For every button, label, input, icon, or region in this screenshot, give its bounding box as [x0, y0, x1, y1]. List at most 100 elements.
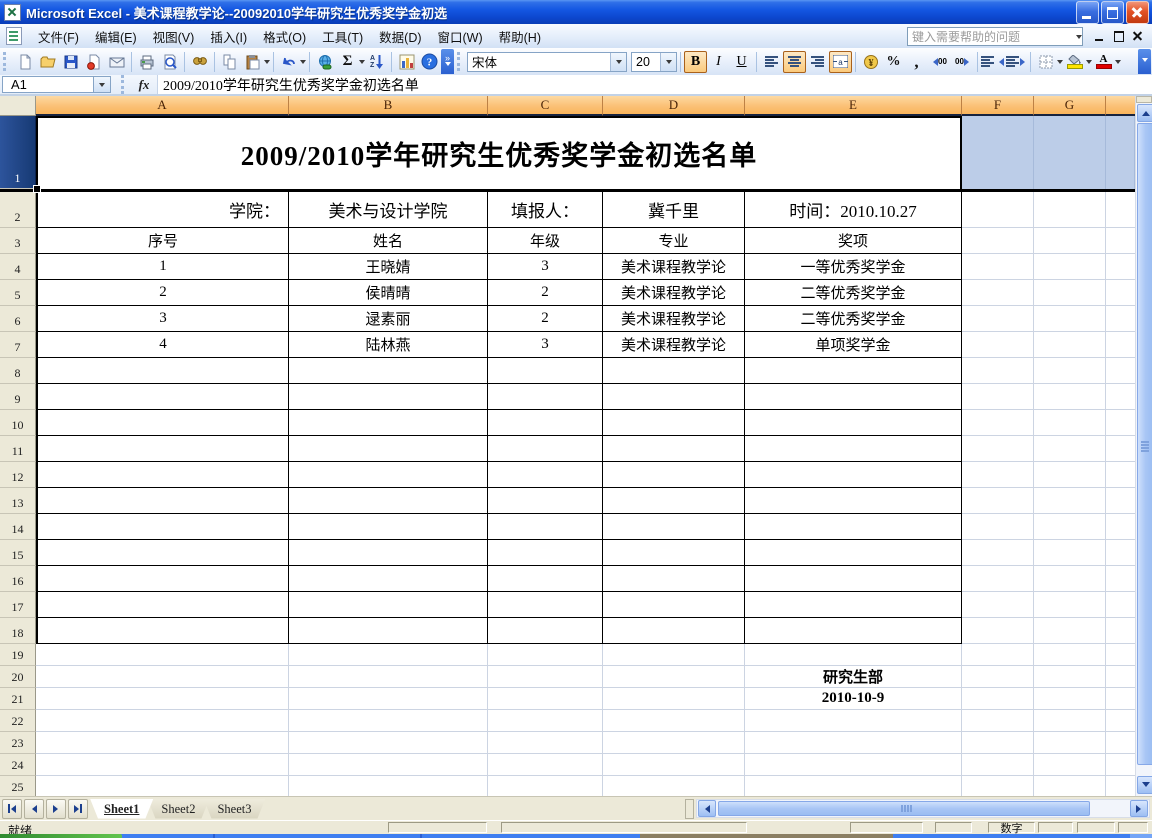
cell-college[interactable]: 美术与设计学院 [289, 192, 488, 228]
cell-time[interactable]: 时间：2010.10.27 [745, 192, 962, 228]
grid-cell[interactable] [289, 754, 488, 776]
menu-data[interactable]: 数据(D) [371, 24, 429, 49]
cell-name[interactable]: 侯晴晴 [289, 280, 488, 306]
grid-cell[interactable] [962, 618, 1034, 644]
print-button[interactable] [135, 51, 158, 73]
grid-cell[interactable] [289, 688, 488, 710]
grid-cell[interactable] [1034, 116, 1106, 189]
grid-cell[interactable] [488, 462, 603, 488]
cell-footer-date[interactable]: 2010-10-9 [745, 688, 962, 710]
grid-cell[interactable] [36, 688, 289, 710]
restore-button[interactable] [1101, 1, 1124, 24]
grid-cell[interactable] [488, 540, 603, 566]
grid-cell[interactable] [1034, 666, 1106, 688]
grid-cell[interactable] [962, 488, 1034, 514]
cell-major[interactable]: 美术课程教学论 [603, 254, 745, 280]
grid-cell[interactable] [1106, 754, 1135, 776]
paste-button[interactable] [241, 51, 264, 73]
row-header[interactable]: 8 [0, 358, 36, 384]
grid-cell[interactable] [1106, 332, 1135, 358]
grid-cell[interactable] [962, 732, 1034, 754]
grid-cell[interactable] [1106, 358, 1135, 384]
grid-cell[interactable] [745, 644, 962, 666]
grid-cell[interactable] [603, 732, 745, 754]
grid-cell[interactable] [1034, 540, 1106, 566]
grid-cell[interactable] [962, 410, 1034, 436]
grid-cell[interactable] [603, 384, 745, 410]
grid-cell[interactable] [745, 754, 962, 776]
grid-cell[interactable] [488, 410, 603, 436]
row-header[interactable]: 21 [0, 688, 36, 710]
menu-view[interactable]: 视图(V) [145, 24, 203, 49]
grid-cell[interactable] [1106, 254, 1135, 280]
bold-button[interactable]: B [684, 51, 707, 73]
minimize-button[interactable] [1076, 1, 1099, 24]
percent-button[interactable]: % [882, 51, 905, 73]
grid-cell[interactable] [603, 462, 745, 488]
grid-cell[interactable] [603, 410, 745, 436]
row-header[interactable]: 3 [0, 228, 36, 254]
currency-button[interactable]: ¥ [859, 51, 882, 73]
save-button[interactable] [59, 51, 82, 73]
undo-button[interactable] [277, 51, 300, 73]
grid-cell[interactable] [603, 488, 745, 514]
print-preview-button[interactable] [158, 51, 181, 73]
row-header[interactable]: 11 [0, 436, 36, 462]
menu-tools[interactable]: 工具(T) [314, 24, 371, 49]
italic-button[interactable]: I [707, 51, 730, 73]
grid-cell[interactable] [745, 384, 962, 410]
grid-cell[interactable] [289, 436, 488, 462]
cell-seq[interactable]: 2 [36, 280, 289, 306]
grid-cell[interactable] [962, 306, 1034, 332]
grid-cell[interactable] [962, 514, 1034, 540]
grid-cell[interactable] [1034, 644, 1106, 666]
grid-cell[interactable] [1034, 228, 1106, 254]
grid-cell[interactable] [488, 688, 603, 710]
grid-cell[interactable] [603, 710, 745, 732]
scroll-right-button[interactable] [1130, 800, 1148, 817]
tab-split-handle[interactable] [685, 799, 694, 819]
cell-department[interactable]: 研究生部 [745, 666, 962, 688]
grid-cell[interactable] [289, 592, 488, 618]
grid-cell[interactable] [1106, 192, 1135, 228]
select-all-corner[interactable] [0, 96, 36, 116]
grid-cell[interactable] [36, 358, 289, 384]
row-header[interactable]: 12 [0, 462, 36, 488]
align-center-button[interactable] [783, 51, 806, 73]
grid-cell[interactable] [1034, 332, 1106, 358]
row-header[interactable]: 2 [0, 192, 36, 228]
vertical-scrollbar[interactable] [1135, 96, 1152, 796]
grid-cell[interactable] [1106, 540, 1135, 566]
grid-cell[interactable] [289, 384, 488, 410]
row-header[interactable]: 16 [0, 566, 36, 592]
grid-cell[interactable] [289, 776, 488, 796]
cell-a1-title[interactable]: 2009/2010学年研究生优秀奖学金初选名单 [36, 116, 962, 189]
decrease-indent-button[interactable] [981, 51, 1004, 73]
grid-cell[interactable] [1034, 488, 1106, 514]
align-left-button[interactable] [760, 51, 783, 73]
last-sheet-button[interactable] [68, 799, 88, 819]
grid-cell[interactable] [289, 710, 488, 732]
cell-college-label[interactable]: 学院： [36, 192, 289, 228]
fill-color-button[interactable] [1063, 51, 1086, 73]
grid-cell[interactable] [289, 488, 488, 514]
increase-decimal-button[interactable]: 00 [928, 51, 951, 73]
grid-cell[interactable] [1034, 462, 1106, 488]
row-header[interactable]: 5 [0, 280, 36, 306]
col-header-g[interactable]: G [1034, 96, 1106, 116]
row-header-1[interactable]: 1 [0, 116, 36, 189]
grid-cell[interactable] [36, 732, 289, 754]
cell-award[interactable]: 一等优秀奖学金 [745, 254, 962, 280]
grid-cell[interactable] [745, 358, 962, 384]
row-header[interactable]: 6 [0, 306, 36, 332]
align-right-button[interactable] [806, 51, 829, 73]
scroll-left-button[interactable] [698, 800, 716, 817]
row-header[interactable]: 20 [0, 666, 36, 688]
vertical-scroll-thumb[interactable] [1137, 123, 1152, 765]
row-header[interactable]: 4 [0, 254, 36, 280]
grid-cell[interactable] [1034, 254, 1106, 280]
name-box-dropdown[interactable] [94, 76, 111, 93]
toolbar-drag-handle[interactable] [457, 52, 463, 71]
grid-cell[interactable] [488, 666, 603, 688]
row-header[interactable]: 25 [0, 776, 36, 796]
